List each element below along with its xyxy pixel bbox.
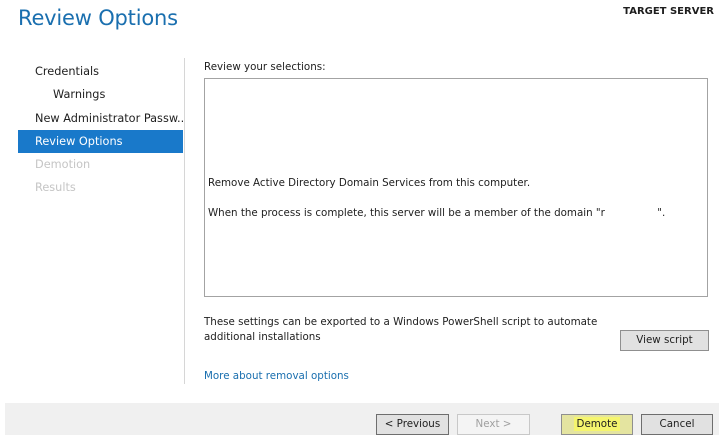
cancel-button[interactable]: Cancel: [641, 414, 713, 435]
next-button[interactable]: Next >: [457, 414, 530, 435]
nav-item-new-administrator-password[interactable]: New Administrator Passw...: [18, 107, 183, 130]
previous-button[interactable]: < Previous: [376, 414, 449, 435]
view-script-button[interactable]: View script: [620, 330, 709, 351]
nav-item-demotion: Demotion: [35, 158, 91, 172]
export-description: These settings can be exported to a Wind…: [204, 316, 598, 343]
target-server-label: TARGET SERVER: [623, 6, 714, 17]
demote-button-label: Demote: [573, 417, 621, 431]
more-about-removal-link[interactable]: More about removal options: [204, 370, 349, 382]
page-title: Review Options: [18, 6, 178, 30]
wizard-nav: Credentials Warnings New Administrator P…: [18, 60, 183, 200]
nav-item-results: Results: [35, 181, 76, 195]
nav-item-warnings[interactable]: Warnings: [18, 83, 183, 106]
nav-divider: [184, 58, 185, 384]
review-selections-box[interactable]: Remove Active Directory Domain Services …: [204, 78, 708, 297]
review-line-domain-member: When the process is complete, this serve…: [208, 207, 666, 219]
nav-item-credentials[interactable]: Credentials: [18, 60, 183, 83]
nav-item-review-options[interactable]: Review Options: [18, 129, 183, 154]
review-line-remove-adds: Remove Active Directory Domain Services …: [208, 177, 531, 189]
demote-button[interactable]: Demote: [561, 414, 633, 435]
review-selections-label: Review your selections:: [204, 61, 326, 73]
